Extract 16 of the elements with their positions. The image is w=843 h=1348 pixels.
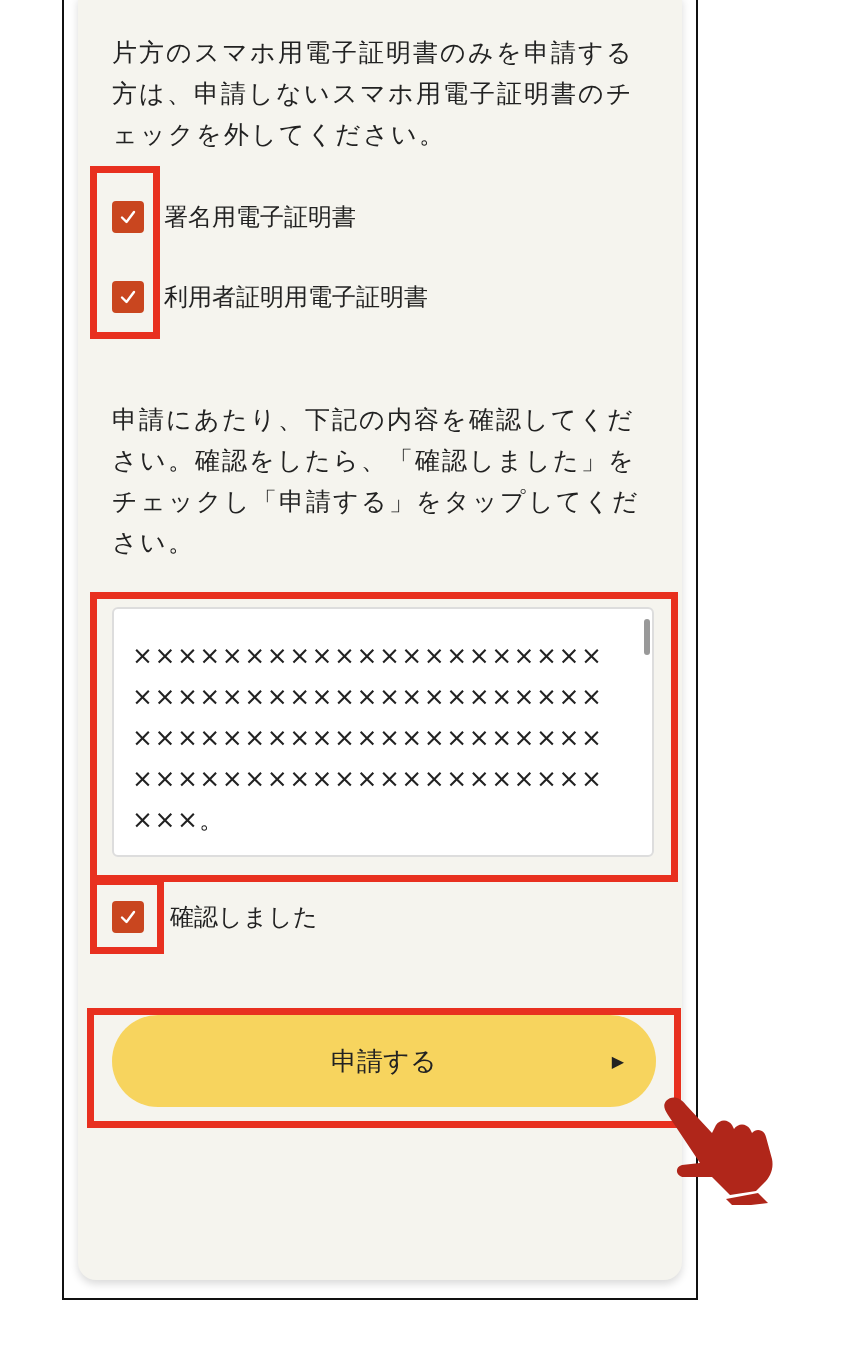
checkbox-label: 署名用電子証明書 bbox=[164, 202, 356, 233]
checkbox[interactable] bbox=[112, 281, 144, 313]
submit-button[interactable]: 申請する ▶ bbox=[112, 1015, 656, 1107]
checkbox-label: 利用者証明用電子証明書 bbox=[164, 282, 428, 313]
terms-text: ××××××××××××××××××××× bbox=[132, 640, 605, 672]
checkbox[interactable] bbox=[112, 901, 144, 933]
terms-text: ××××××××××××××××××××× bbox=[132, 763, 605, 795]
terms-text: ××××××××××××××××××××× bbox=[132, 722, 605, 754]
instruction-text: 申請にあたり、下記の内容を確認してください。確認をしたら、「確認しました」をチェックし「申請する」をタップしてください。 bbox=[112, 404, 641, 559]
checkbox[interactable] bbox=[112, 201, 144, 233]
checkbox-label: 確認しました bbox=[170, 902, 318, 933]
terms-text: ××××××××××××××××××××× bbox=[132, 681, 605, 713]
instruction-text: 片方のスマホ用電子証明書のみを申請する方は、申請しないスマホ用電子証明書のチェックを外してください。 bbox=[112, 37, 635, 151]
scrollbar[interactable] bbox=[644, 619, 650, 655]
terms-text: ×××。 bbox=[132, 804, 227, 836]
terms-text-box[interactable]: ××××××××××××××××××××× ××××××××××××××××××××× ××××××××××××××××××××× ××××××××××××××××××××× ×××。 bbox=[112, 607, 654, 857]
